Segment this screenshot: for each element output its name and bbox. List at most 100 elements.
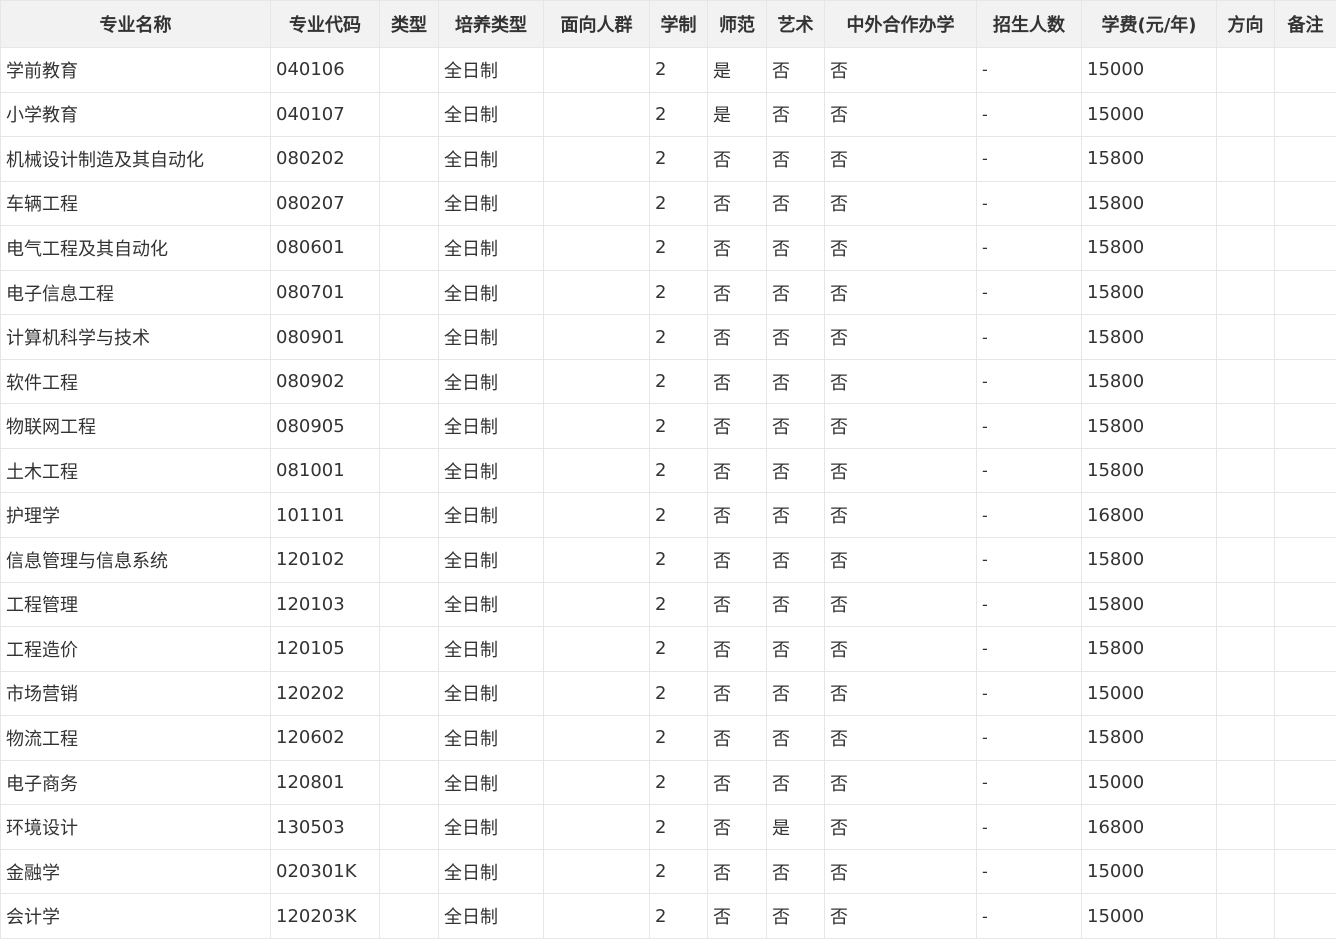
table-row: 信息管理与信息系统 120102 全日制 2 否否否 -15800 [0,537,1336,583]
duration-cell: 2 [649,403,708,449]
major-name-cell: 机械设计制造及其自动化 [0,136,271,182]
direction-cell [1216,670,1275,717]
duration-cell: 2 [649,180,708,227]
header-joint-program: 中外合作办学 [824,0,977,48]
duration-cell: 2 [649,848,708,895]
table-row: 计算机科学与技术 080901 全日制 2 否否否 -15800 [0,314,1336,360]
duration-cell: 2 [649,670,708,717]
direction-cell [1216,91,1275,138]
enrollment-cell: - [976,492,1082,539]
direction-cell [1216,804,1275,850]
teacher-training-cell: 否 [707,492,767,539]
remarks-cell [1274,581,1336,628]
table-row: 车辆工程 080207 全日制 2 否否否 -15800 [0,180,1336,227]
art-cell: 否 [766,893,825,939]
remarks-cell [1274,759,1336,806]
direction-cell [1216,492,1275,539]
major-name-cell: 车辆工程 [0,180,271,227]
major-code-cell: 020301K [270,848,380,895]
remarks-cell [1274,358,1336,405]
joint-program-cell: 否 [824,47,977,93]
teacher-training-cell: 否 [707,715,767,761]
target-group-cell [543,403,650,449]
remarks-cell [1274,136,1336,182]
remarks-cell [1274,715,1336,761]
category-cell [379,670,439,717]
training-type-cell: 全日制 [438,581,544,628]
category-cell [379,269,439,316]
joint-program-cell: 否 [824,848,977,895]
joint-program-cell: 否 [824,759,977,806]
enrollment-cell: - [976,848,1082,895]
major-code-cell: 040106 [270,47,380,93]
remarks-cell [1274,626,1336,672]
major-name-cell: 环境设计 [0,804,271,850]
tuition-cell: 15000 [1081,893,1217,939]
teacher-training-cell: 否 [707,225,767,271]
major-code-cell: 120103 [270,581,380,628]
training-type-cell: 全日制 [438,848,544,895]
art-cell: 否 [766,581,825,628]
enrollment-cell: - [976,403,1082,449]
teacher-training-cell: 是 [707,47,767,93]
training-type-cell: 全日制 [438,269,544,316]
joint-program-cell: 否 [824,804,977,850]
tuition-cell: 16800 [1081,492,1217,539]
major-name-cell: 土木工程 [0,447,271,494]
duration-cell: 2 [649,715,708,761]
enrollment-cell: - [976,314,1082,360]
remarks-cell [1274,848,1336,895]
major-code-cell: 080701 [270,269,380,316]
direction-cell [1216,537,1275,583]
target-group-cell [543,136,650,182]
major-name-cell: 物联网工程 [0,403,271,449]
training-type-cell: 全日制 [438,225,544,271]
remarks-cell [1274,314,1336,360]
duration-cell: 2 [649,225,708,271]
major-code-cell: 080202 [270,136,380,182]
major-code-cell: 081001 [270,447,380,494]
header-duration: 学制 [649,0,708,48]
tuition-cell: 15000 [1081,848,1217,895]
category-cell [379,581,439,628]
remarks-cell [1274,804,1336,850]
enrollment-cell: - [976,581,1082,628]
table-row: 金融学 020301K 全日制 2 否否否 -15000 [0,848,1336,895]
category-cell [379,759,439,806]
duration-cell: 2 [649,269,708,316]
joint-program-cell: 否 [824,403,977,449]
art-cell: 否 [766,358,825,405]
remarks-cell [1274,403,1336,449]
table-row: 电气工程及其自动化 080601 全日制 2 否否否 -15800 [0,225,1336,271]
art-cell: 否 [766,180,825,227]
duration-cell: 2 [649,893,708,939]
tuition-cell: 15800 [1081,136,1217,182]
tuition-cell: 15000 [1081,47,1217,93]
training-type-cell: 全日制 [438,492,544,539]
remarks-cell [1274,492,1336,539]
major-name-cell: 金融学 [0,848,271,895]
table-row: 机械设计制造及其自动化 080202 全日制 2 否否否 -15800 [0,136,1336,182]
art-cell: 否 [766,136,825,182]
category-cell [379,91,439,138]
joint-program-cell: 否 [824,626,977,672]
major-code-cell: 080601 [270,225,380,271]
enrollment-cell: - [976,358,1082,405]
header-remarks: 备注 [1274,0,1336,48]
art-cell: 否 [766,91,825,138]
art-cell: 否 [766,225,825,271]
enrollment-cell: - [976,670,1082,717]
major-name-cell: 工程造价 [0,626,271,672]
art-cell: 否 [766,492,825,539]
tuition-cell: 15800 [1081,626,1217,672]
art-cell: 否 [766,403,825,449]
remarks-cell [1274,180,1336,227]
enrollment-cell: - [976,269,1082,316]
joint-program-cell: 否 [824,269,977,316]
direction-cell [1216,581,1275,628]
header-target-group: 面向人群 [543,0,650,48]
target-group-cell [543,537,650,583]
table-body: 学前教育 040106 全日制 2 是否否 -15000 小学教育 040107 全日制 2 是否否… [0,47,1336,939]
teacher-training-cell: 否 [707,447,767,494]
direction-cell [1216,715,1275,761]
